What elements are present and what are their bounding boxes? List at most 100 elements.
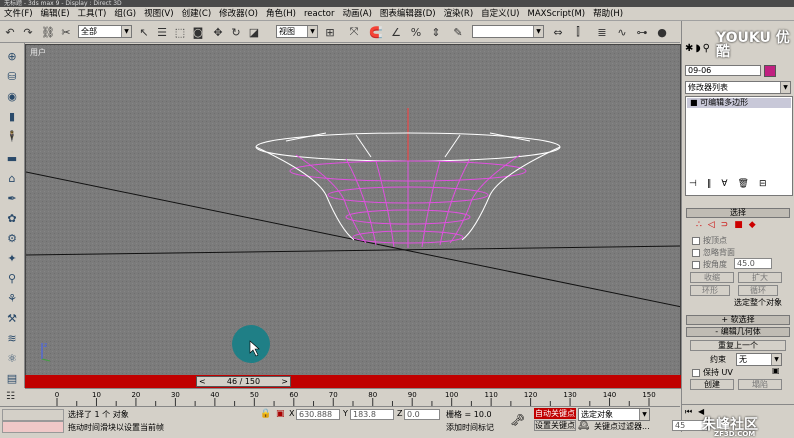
y-coordinate-field[interactable]: 183.8 — [350, 409, 394, 420]
edge-mode-icon[interactable]: ◁ — [708, 220, 715, 230]
menu-views[interactable]: 视图(V) — [140, 7, 177, 21]
pivot-center-icon[interactable]: ⊞ — [322, 24, 338, 40]
menu-maxscript[interactable]: MAXScript(M) — [524, 7, 590, 21]
character-icon[interactable]: 🕴 — [3, 129, 21, 145]
element-mode-icon[interactable]: ◆ — [749, 220, 756, 230]
named-selection-sets-dropdown[interactable]: ▼ — [472, 25, 544, 38]
wand-icon[interactable]: ✦ — [3, 251, 21, 267]
rectangular-selection-icon[interactable]: ⬚ — [172, 24, 188, 40]
grow-button[interactable]: 扩大 — [738, 272, 782, 283]
scripts-icon[interactable]: ⚛ — [3, 351, 21, 367]
spray-icon[interactable]: ✿ — [3, 211, 21, 227]
object-name-field[interactable]: 09-06 — [685, 65, 761, 76]
collapse-button[interactable]: 塌陷 — [738, 379, 782, 390]
display-icon[interactable]: ▬ — [3, 151, 21, 167]
goto-start-icon[interactable]: ⏮ — [685, 407, 692, 417]
show-end-result-icon[interactable]: ‖ — [707, 179, 712, 193]
layer-manager-icon[interactable]: ≣ — [594, 24, 610, 40]
snaps-toggle-icon[interactable]: 🧲 — [368, 24, 384, 40]
border-mode-icon[interactable]: ⊃ — [721, 220, 729, 230]
window-crossing-icon[interactable]: ◙ — [190, 24, 206, 40]
configure-modifier-sets-icon[interactable]: ⊟ — [759, 179, 767, 193]
reference-coordinate-dropdown[interactable]: 视图 ▼ — [276, 25, 318, 38]
menu-reactor[interactable]: reactor — [300, 7, 338, 21]
shrink-button[interactable]: 收缩 — [690, 272, 734, 283]
camera-icon[interactable]: ⌂ — [3, 171, 21, 187]
menu-animation[interactable]: 动画(A) — [338, 7, 375, 21]
menu-customize[interactable]: 自定义(U) — [477, 7, 523, 21]
absolute-mode-icon[interactable]: ▣ — [276, 409, 285, 419]
menu-graph-editors[interactable]: 图表编辑器(D) — [376, 7, 440, 21]
cloth-icon[interactable]: ▤ — [3, 371, 21, 387]
select-manipulate-icon[interactable]: ⤧ — [346, 24, 362, 40]
perspective-viewport[interactable]: z 用户 — [25, 44, 681, 376]
select-move-icon[interactable]: ✥ — [210, 24, 226, 40]
selection-filter-dropdown[interactable]: 全部 ▼ — [78, 25, 132, 38]
polygon-mode-icon[interactable]: ■ — [734, 220, 743, 230]
preserve-uv-checkbox[interactable]: 保持 UV — [692, 367, 733, 378]
menu-modifiers[interactable]: 修改器(O) — [215, 7, 262, 21]
maxscript-listener[interactable] — [2, 409, 64, 421]
undo-icon[interactable]: ↶ — [2, 24, 18, 40]
spinner-snap-icon[interactable]: ⇕ — [428, 24, 444, 40]
repeat-last-button[interactable]: 重复上一个 — [690, 340, 786, 351]
material-editor-icon[interactable]: ● — [654, 24, 670, 40]
modifier-list-dropdown[interactable]: 修改器列表 ▼ — [685, 81, 791, 94]
by-angle-checkbox[interactable]: 按角度 — [692, 259, 727, 270]
align-icon[interactable]: ⫿ — [570, 24, 586, 40]
schematic-view-icon[interactable]: ⊶ — [634, 24, 650, 40]
menu-file[interactable]: 文件(F) — [0, 7, 37, 21]
time-slider[interactable]: < 46 / 150 > — [196, 376, 291, 387]
z-coordinate-field[interactable]: 0.0 — [404, 409, 440, 420]
hierarchy-tab-icon[interactable]: ⚲ — [703, 43, 710, 63]
menu-tools[interactable]: 工具(T) — [74, 7, 111, 21]
by-vertex-checkbox[interactable]: 按顶点 — [692, 235, 727, 246]
curve-editor-icon[interactable]: ∿ — [614, 24, 630, 40]
percent-snap-icon[interactable]: % — [408, 24, 424, 40]
menu-group[interactable]: 组(G) — [110, 7, 140, 21]
timeline-config-icon[interactable]: ☷ — [6, 391, 15, 402]
maxscript-mini-listener[interactable] — [2, 421, 64, 433]
unlink-icon[interactable]: ✂ — [58, 24, 74, 40]
viewport-label[interactable]: 用户 — [30, 47, 46, 58]
create-tab-icon[interactable]: ✱ — [685, 43, 693, 63]
loop-button[interactable]: 循环 — [738, 285, 778, 296]
wave-icon[interactable]: ≋ — [3, 331, 21, 347]
add-time-tag[interactable]: 添加时间标记 — [446, 422, 494, 433]
select-by-name-icon[interactable]: ☰ — [154, 24, 170, 40]
menu-create[interactable]: 创建(C) — [178, 7, 216, 21]
space-warp-icon[interactable]: ⚘ — [3, 291, 21, 307]
create-button[interactable]: 创建 — [690, 379, 734, 390]
mirror-icon[interactable]: ⇔ — [550, 24, 566, 40]
systems-icon[interactable]: ⚒ — [3, 311, 21, 327]
angle-snap-icon[interactable]: ∠ — [388, 24, 404, 40]
menu-character[interactable]: 角色(H) — [262, 7, 300, 21]
modify-tab-icon[interactable]: ◗ — [695, 43, 700, 63]
key-mode-icon[interactable]: 🕰 — [578, 421, 589, 431]
set-key-icon[interactable]: 🗝 — [510, 413, 525, 427]
lock-selection-icon[interactable]: 🔒 — [260, 409, 271, 419]
stack-item-editable-poly[interactable]: ■ 可编辑多边形 — [687, 98, 791, 108]
pen-icon[interactable]: ✒ — [3, 191, 21, 207]
timeline-ruler[interactable]: 0 10 20 30 40 50 60 70 80 90 100 110 120 130 140 150 — [25, 388, 681, 406]
helper-icon[interactable]: ⚲ — [3, 271, 21, 287]
ignore-backfacing-checkbox[interactable]: 忽略背面 — [692, 247, 735, 258]
pin-stack-icon[interactable]: ⊣ — [689, 179, 697, 193]
vertex-mode-icon[interactable]: ∴ — [696, 220, 702, 230]
angle-spinner[interactable]: 45.0 — [734, 258, 772, 269]
gear-icon[interactable]: ⚙ — [3, 231, 21, 247]
menu-rendering[interactable]: 渲染(R) — [440, 7, 478, 21]
select-object-icon[interactable]: ↖ — [136, 24, 152, 40]
redo-icon[interactable]: ↷ — [20, 24, 36, 40]
slider-prev-icon[interactable]: < — [199, 377, 206, 386]
select-rotate-icon[interactable]: ↻ — [228, 24, 244, 40]
remove-modifier-icon[interactable]: 🗑 — [738, 179, 749, 193]
sphere-icon[interactable]: ◉ — [3, 89, 21, 105]
ring-button[interactable]: 环形 — [690, 285, 730, 296]
select-link-icon[interactable]: ⛓ — [40, 24, 56, 40]
constraints-dropdown[interactable]: 无 ▼ — [736, 353, 782, 366]
selected-object-dropdown[interactable]: 选定对象 ▼ — [578, 408, 650, 421]
auto-key-button[interactable]: 自动关键点 — [534, 408, 576, 419]
preserve-uv-settings-icon[interactable]: ▣ — [772, 366, 780, 375]
cylinder-icon[interactable]: ▮ — [3, 109, 21, 125]
